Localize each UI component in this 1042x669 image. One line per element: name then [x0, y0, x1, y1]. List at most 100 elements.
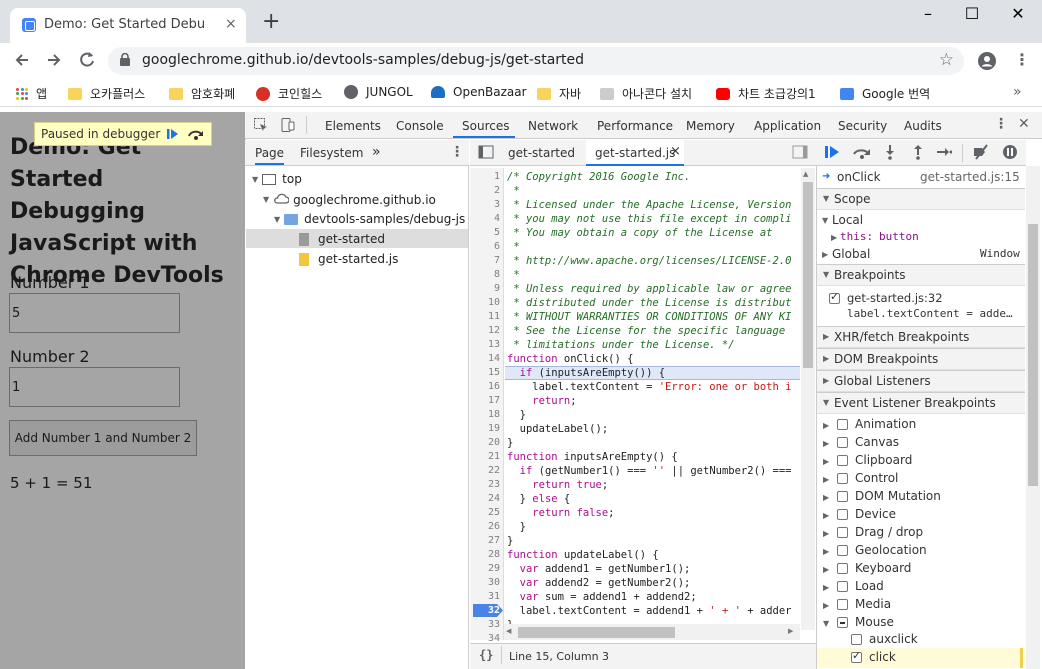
pause-on-exceptions-icon[interactable]: [1002, 144, 1018, 163]
click-checkbox[interactable]: [851, 649, 862, 663]
bookmark-star-icon[interactable]: ☆: [939, 50, 954, 70]
line-number[interactable]: 25: [470, 507, 500, 518]
scope-this-key[interactable]: this:: [840, 230, 873, 243]
collapse-triangle-icon[interactable]: ▶: [823, 421, 829, 430]
line-number[interactable]: 26: [470, 521, 500, 532]
toggle-debugger-icon[interactable]: [792, 145, 808, 162]
line-number[interactable]: 31: [470, 591, 500, 602]
bookmark-java[interactable]: 자바: [537, 85, 581, 102]
collapse-triangle-icon[interactable]: ▶: [823, 439, 829, 448]
tree-item-folder[interactable]: ▼ devtools-samples/debug-js: [274, 212, 465, 226]
line-number[interactable]: 30: [470, 577, 500, 588]
line-number[interactable]: 28: [470, 549, 500, 560]
xhr-breakpoints-header[interactable]: XHR/fetch Breakpoints: [817, 326, 1025, 348]
expand-triangle-icon[interactable]: ▼: [823, 619, 829, 628]
line-number[interactable]: 7: [470, 255, 500, 266]
event-category-label[interactable]: Geolocation: [855, 543, 927, 557]
line-number[interactable]: 24: [470, 493, 500, 504]
collapse-triangle-icon[interactable]: ▶: [823, 493, 829, 502]
tab-network[interactable]: Network: [528, 119, 578, 133]
devtools-menu-icon[interactable]: ⋮: [994, 116, 1008, 132]
collapse-triangle-icon[interactable]: ▶: [823, 475, 829, 484]
event-category-checkbox[interactable]: [837, 545, 848, 556]
pretty-print-icon[interactable]: {}: [479, 648, 493, 662]
event-category-label[interactable]: Clipboard: [855, 453, 912, 467]
line-number[interactable]: 9: [470, 283, 500, 294]
menu-kebab-icon[interactable]: ⋮: [1014, 50, 1030, 69]
step-icon[interactable]: [936, 145, 953, 162]
line-number[interactable]: 2: [470, 185, 500, 196]
event-category-checkbox[interactable]: [837, 473, 848, 484]
nav-tab-page[interactable]: Page: [255, 146, 285, 165]
event-category-label[interactable]: DOM Mutation: [855, 489, 941, 503]
event-category-label[interactable]: Drag / drop: [855, 525, 923, 539]
line-number[interactable]: 16: [470, 381, 500, 392]
add-numbers-button[interactable]: Add Number 1 and Number 2: [9, 420, 197, 456]
line-number[interactable]: 23: [470, 479, 500, 490]
navigator-menu-icon[interactable]: ⋮: [450, 144, 464, 160]
auxclick-checkbox[interactable]: [851, 634, 862, 645]
line-number[interactable]: 10: [470, 297, 500, 308]
line-number[interactable]: 33: [470, 619, 500, 630]
new-tab-button[interactable]: +: [262, 9, 280, 34]
devtools-close-icon[interactable]: ✕: [1018, 116, 1030, 132]
step-over-icon[interactable]: [187, 126, 205, 143]
profile-avatar-icon[interactable]: [977, 51, 997, 74]
line-number[interactable]: 13: [470, 339, 500, 350]
event-category-checkbox[interactable]: [837, 509, 848, 520]
event-category-label[interactable]: Keyboard: [855, 561, 911, 575]
tab-application[interactable]: Application: [754, 119, 821, 133]
line-number[interactable]: 18: [470, 409, 500, 420]
collapse-triangle-icon[interactable]: ▶: [823, 547, 829, 556]
tab-elements[interactable]: Elements: [325, 119, 381, 133]
event-category-checkbox[interactable]: [837, 437, 848, 448]
line-number[interactable]: 20: [470, 437, 500, 448]
line-number[interactable]: 4: [470, 213, 500, 224]
number1-input[interactable]: 5: [9, 293, 180, 333]
forward-arrow-icon[interactable]: [44, 50, 64, 75]
line-number[interactable]: 11: [470, 311, 500, 322]
line-number[interactable]: 3: [470, 199, 500, 210]
event-category-label[interactable]: Control: [855, 471, 898, 485]
breakpoint-location[interactable]: get-started.js:32: [847, 291, 943, 305]
event-click[interactable]: click: [869, 650, 896, 664]
event-auxclick[interactable]: auxclick: [869, 632, 918, 646]
event-category-label[interactable]: Media: [855, 597, 891, 611]
bookmark-chart[interactable]: 차트 초급강의1: [716, 85, 816, 102]
scroll-left-arrow-icon[interactable]: ◀: [506, 627, 511, 635]
deactivate-breakpoints-icon[interactable]: [972, 144, 990, 163]
event-category-checkbox[interactable]: [837, 527, 848, 538]
line-number[interactable]: 21: [470, 451, 500, 462]
back-arrow-icon[interactable]: [12, 50, 32, 75]
scroll-right-arrow-icon[interactable]: ▶: [788, 627, 793, 635]
editor-tab-get-started-js[interactable]: get-started.js: [595, 146, 675, 160]
close-window-button[interactable]: ✕: [998, 4, 1038, 23]
editor-scroll-thumb[interactable]: [803, 182, 813, 368]
editor-tab-close-icon[interactable]: ×: [670, 144, 681, 159]
event-listener-breakpoints-header[interactable]: Event Listener Breakpoints: [817, 392, 1025, 414]
line-number[interactable]: 1: [470, 171, 500, 182]
line-number[interactable]: 19: [470, 423, 500, 434]
event-category-label[interactable]: Load: [855, 579, 884, 593]
minimize-button[interactable]: –: [908, 4, 948, 23]
breakpoint-checkbox[interactable]: [829, 290, 840, 304]
inspect-element-icon[interactable]: [253, 117, 269, 136]
browser-tab[interactable]: Demo: Get Started Debugging JavaScript ×: [10, 8, 246, 43]
line-number[interactable]: 22: [470, 465, 500, 476]
bookmark-translate[interactable]: Google 번역: [840, 85, 930, 102]
editor-tab-get-started[interactable]: get-started: [508, 146, 575, 160]
toggle-navigator-icon[interactable]: [478, 145, 494, 162]
collapse-triangle-icon[interactable]: ▶: [823, 457, 829, 466]
scroll-up-arrow-icon[interactable]: ▲: [803, 170, 808, 178]
event-category-label[interactable]: Canvas: [855, 435, 899, 449]
line-number[interactable]: 6: [470, 241, 500, 252]
event-category-label[interactable]: Device: [855, 507, 896, 521]
number2-input[interactable]: 1: [9, 367, 180, 407]
tab-sources[interactable]: Sources: [462, 119, 509, 133]
event-category-checkbox[interactable]: [837, 563, 848, 574]
bookmark-okaplus[interactable]: 오카플러스: [68, 85, 145, 102]
tab-audits[interactable]: Audits: [904, 119, 942, 133]
collapse-triangle-icon[interactable]: ▶: [823, 583, 829, 592]
tree-item-domain[interactable]: ▼ googlechrome.github.io: [263, 192, 436, 207]
line-number[interactable]: 14: [470, 353, 500, 364]
